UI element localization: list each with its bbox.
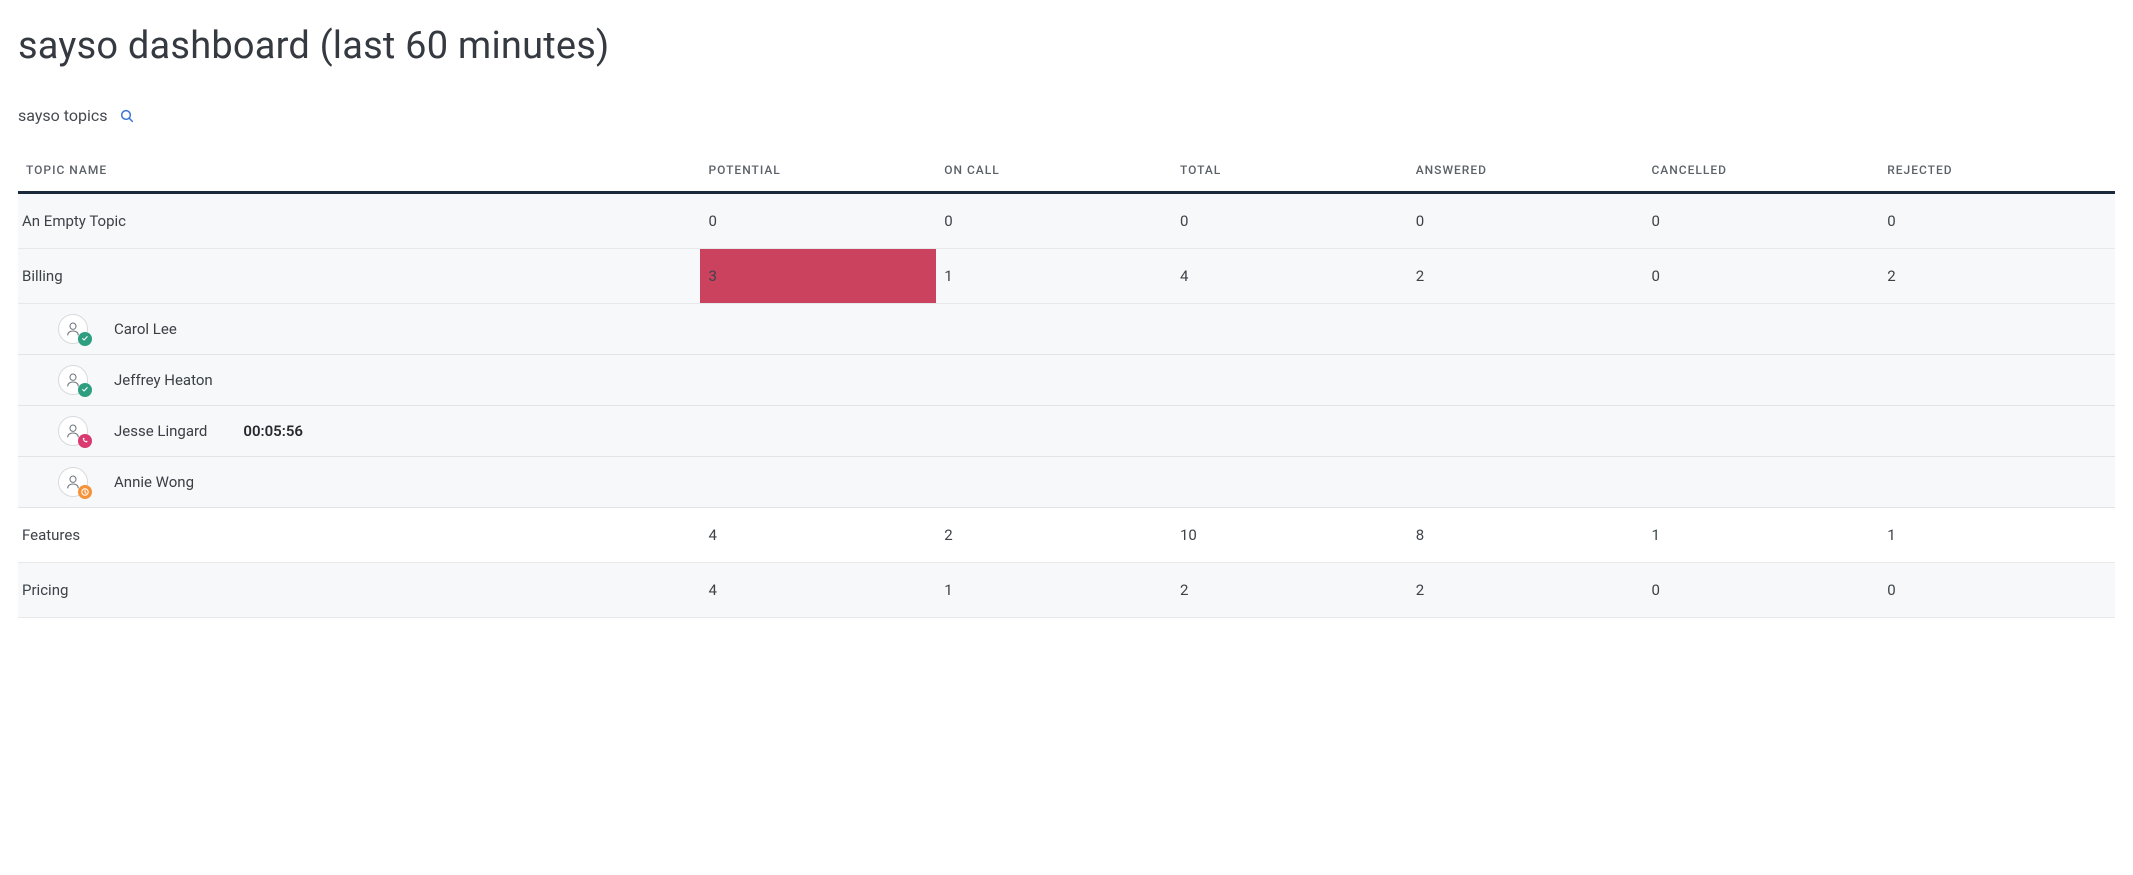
cell-rejected: 1 [1879, 508, 2115, 563]
topic-name-cell: Features [18, 508, 700, 563]
status-away-icon [78, 485, 92, 499]
agent-name: Jesse Lingard [114, 422, 207, 440]
cell-potential: 3 [700, 249, 936, 304]
agent-cell: Carol Lee [18, 304, 2115, 355]
cell-on_call: 2 [936, 508, 1172, 563]
agent-name: Carol Lee [114, 320, 177, 338]
agent-row[interactable]: Jeffrey Heaton [18, 355, 2115, 406]
status-available-icon [78, 383, 92, 397]
col-topic-name[interactable]: Topic Name [18, 153, 700, 193]
page-title: sayso dashboard (last 60 minutes) [18, 24, 2115, 68]
agent-row[interactable]: Annie Wong [18, 457, 2115, 508]
agent-row[interactable]: Jesse Lingard 00:05:56 [18, 406, 2115, 457]
col-cancelled[interactable]: Cancelled [1643, 153, 1879, 193]
avatar [58, 365, 88, 395]
table-header-row: Topic Name Potential On Call Total Answe… [18, 153, 2115, 193]
cell-rejected: 0 [1879, 563, 2115, 618]
topics-table: Topic Name Potential On Call Total Answe… [18, 153, 2115, 618]
topic-name-cell: Billing [18, 249, 700, 304]
agent-row[interactable]: Carol Lee [18, 304, 2115, 355]
cell-total: 2 [1172, 563, 1408, 618]
table-row[interactable]: Features4210811 [18, 508, 2115, 563]
table-row[interactable]: An Empty Topic000000 [18, 193, 2115, 249]
cell-total: 10 [1172, 508, 1408, 563]
cell-on_call: 0 [936, 193, 1172, 249]
cell-total: 0 [1172, 193, 1408, 249]
cell-rejected: 0 [1879, 193, 2115, 249]
topic-name-cell: An Empty Topic [18, 193, 700, 249]
cell-answered: 8 [1408, 508, 1644, 563]
agent-cell: Jeffrey Heaton [18, 355, 2115, 406]
status-available-icon [78, 332, 92, 346]
status-on-call-icon [78, 434, 92, 448]
cell-potential: 0 [700, 193, 936, 249]
cell-total: 4 [1172, 249, 1408, 304]
topics-subheader: sayso topics [18, 106, 2115, 125]
cell-cancelled: 1 [1643, 508, 1879, 563]
avatar [58, 467, 88, 497]
avatar [58, 314, 88, 344]
table-row[interactable]: Pricing412200 [18, 563, 2115, 618]
cell-answered: 0 [1408, 193, 1644, 249]
col-on-call[interactable]: On Call [936, 153, 1172, 193]
cell-on_call: 1 [936, 563, 1172, 618]
cell-cancelled: 0 [1643, 249, 1879, 304]
cell-answered: 2 [1408, 249, 1644, 304]
agent-name: Annie Wong [114, 473, 194, 491]
cell-potential: 4 [700, 508, 936, 563]
topic-name-cell: Pricing [18, 563, 700, 618]
col-answered[interactable]: Answered [1408, 153, 1644, 193]
cell-rejected: 2 [1879, 249, 2115, 304]
cell-potential: 4 [700, 563, 936, 618]
cell-answered: 2 [1408, 563, 1644, 618]
cell-cancelled: 0 [1643, 563, 1879, 618]
avatar [58, 416, 88, 446]
cell-on_call: 1 [936, 249, 1172, 304]
topics-label: sayso topics [18, 106, 107, 125]
col-potential[interactable]: Potential [700, 153, 936, 193]
agent-cell: Annie Wong [18, 457, 2115, 508]
agent-name: Jeffrey Heaton [114, 371, 213, 389]
col-total[interactable]: Total [1172, 153, 1408, 193]
call-timer: 00:05:56 [243, 422, 303, 440]
agent-cell: Jesse Lingard 00:05:56 [18, 406, 2115, 457]
cell-cancelled: 0 [1643, 193, 1879, 249]
search-icon[interactable] [119, 108, 135, 124]
table-row[interactable]: Billing314202 [18, 249, 2115, 304]
col-rejected[interactable]: Rejected [1879, 153, 2115, 193]
